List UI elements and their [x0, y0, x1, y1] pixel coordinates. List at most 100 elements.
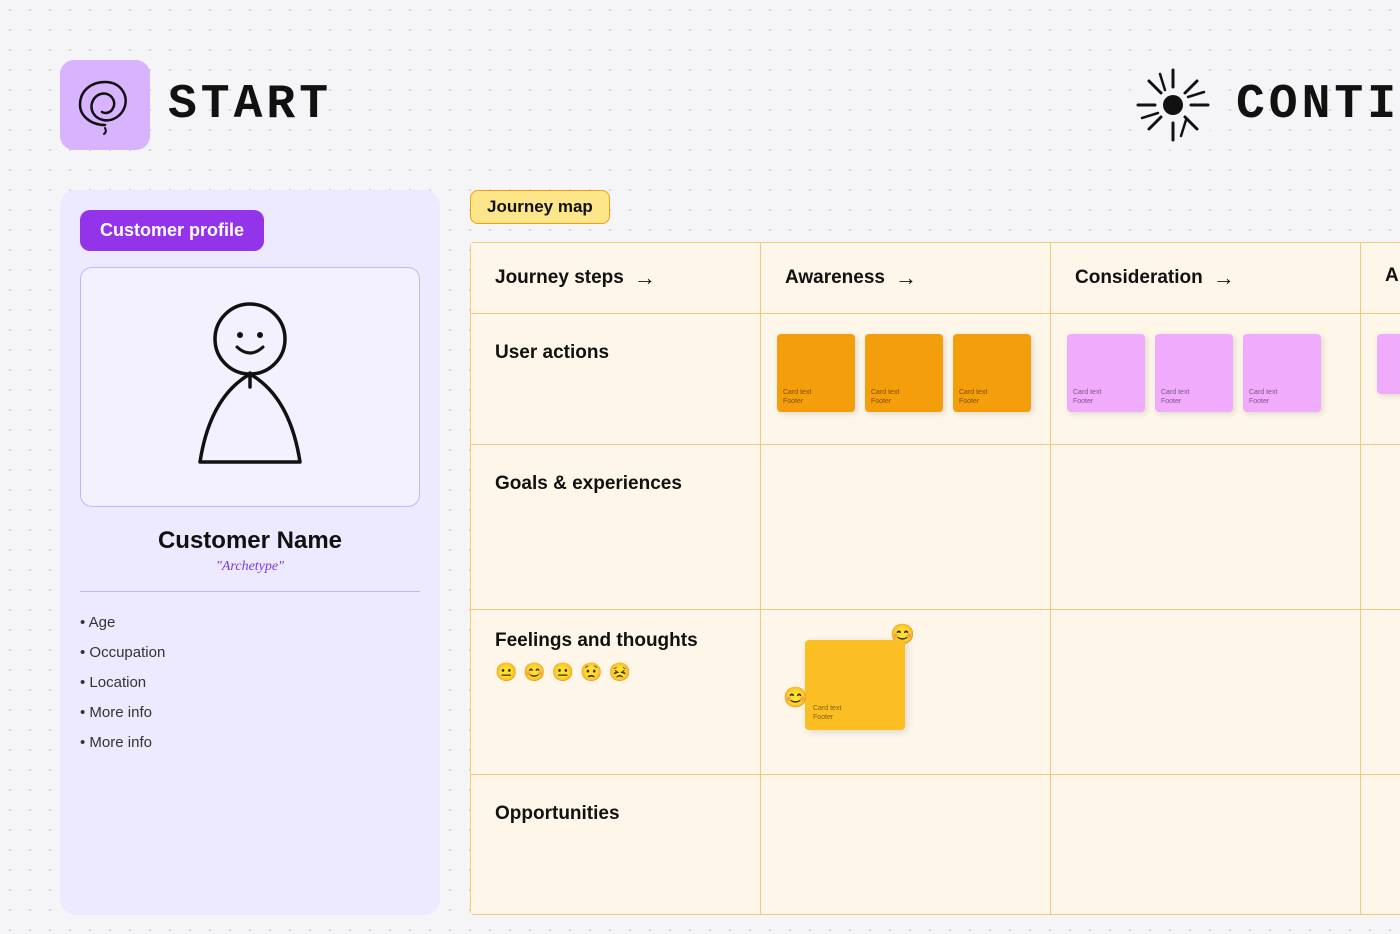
td-opportunities-next — [1361, 775, 1400, 915]
sticky-note[interactable]: Card text Footer — [777, 334, 855, 412]
td-goals-awareness — [761, 445, 1051, 610]
td-goals-consideration — [1051, 445, 1361, 610]
journey-table-wrapper: Journey steps → Awareness → — [470, 242, 1400, 915]
feelings-title: Feelings and thoughts — [495, 630, 736, 652]
td-user-actions-label: User actions — [471, 314, 761, 445]
customer-name: Customer Name — [60, 527, 440, 555]
consideration-notes-row: Card text Footer Card text Footer — [1067, 334, 1344, 412]
note-footer: Footer — [1073, 398, 1139, 406]
page-wrapper: START CONTI Custom — [0, 0, 1400, 934]
customer-avatar-box — [80, 267, 420, 507]
info-more-1: More info — [80, 698, 420, 728]
note-footer: Footer — [959, 398, 1025, 406]
feelings-note-wrapper: 😊 Card text Footer 😊 — [805, 640, 905, 730]
journey-table: Journey steps → Awareness → — [470, 242, 1400, 915]
emoji-2: 😊 — [523, 662, 545, 683]
next-notes-row — [1377, 334, 1400, 394]
td-opportunities-consideration — [1051, 775, 1361, 915]
note-footer: Footer — [871, 398, 937, 406]
td-feelings-consideration — [1051, 610, 1361, 775]
feelings-awareness-cell: 😊 Card text Footer 😊 — [761, 610, 1050, 750]
sticky-note[interactable]: Card text Footer — [1243, 334, 1321, 412]
start-icon-box — [60, 60, 150, 150]
main-content: Customer profile Cust — [0, 190, 1400, 915]
td-goals-next — [1361, 445, 1400, 610]
note-footer: Footer — [1161, 398, 1227, 406]
td-opportunities-awareness — [761, 775, 1051, 915]
table-header-row: Journey steps → Awareness → — [471, 243, 1400, 314]
note-footer: Footer — [783, 398, 849, 406]
customer-avatar — [170, 287, 330, 487]
sticky-note[interactable]: Card text Footer — [865, 334, 943, 412]
customer-archetype: "Archetype" — [60, 559, 440, 575]
row-feelings: Feelings and thoughts 😐 😊 😐 😟 😣 — [471, 610, 1400, 775]
row-user-actions: User actions Card text Footer — [471, 314, 1400, 445]
info-occupation: Occupation — [80, 638, 420, 668]
emoji-3: 😐 — [552, 662, 574, 683]
journey-map-area: Journey map Journey steps — [470, 190, 1400, 915]
awareness-notes-cell: Card text Footer Card text Footer — [761, 314, 1050, 444]
awareness-notes-row: Card text Footer Card text Footer — [777, 334, 1034, 412]
note-text: Card text — [1249, 389, 1315, 397]
awareness-arrow: → — [895, 265, 917, 291]
continue-icon-box — [1128, 60, 1218, 150]
row-opportunities: Opportunities — [471, 775, 1400, 915]
td-feelings-awareness: 😊 Card text Footer 😊 — [761, 610, 1051, 775]
td-user-actions-awareness: Card text Footer Card text Footer — [761, 314, 1051, 445]
note-text: Card text — [783, 389, 849, 397]
customer-profile-header: Customer profile — [80, 210, 264, 251]
note-footer: Footer — [1249, 398, 1315, 406]
customer-divider — [80, 591, 420, 592]
awareness-label: Awareness — [785, 267, 885, 289]
td-user-actions-consideration: Card text Footer Card text Footer — [1051, 314, 1361, 445]
header-start: START — [60, 60, 332, 150]
consideration-label: Consideration — [1075, 267, 1203, 289]
emoji-5: 😣 — [609, 662, 631, 683]
sunburst-icon — [1133, 65, 1213, 145]
customer-profile-panel: Customer profile Cust — [60, 190, 440, 915]
emoji-1: 😐 — [495, 662, 517, 683]
info-age: Age — [80, 608, 420, 638]
journey-steps-label: Journey steps — [495, 267, 624, 289]
th-awareness: Awareness → — [761, 243, 1051, 314]
note-text: Card text — [959, 389, 1025, 397]
opportunities-label: Opportunities — [471, 775, 760, 853]
header-continue: CONTI — [1128, 60, 1400, 150]
th-journey-steps: Journey steps → — [471, 243, 761, 314]
note-text: Card text — [1161, 389, 1227, 397]
td-feelings-next — [1361, 610, 1400, 775]
feelings-note[interactable]: Card text Footer — [805, 640, 905, 730]
info-location: Location — [80, 668, 420, 698]
td-goals-label: Goals & experiences — [471, 445, 761, 610]
feelings-label-sub: Feelings and thoughts 😐 😊 😐 😟 😣 — [471, 610, 760, 703]
emoji-4: 😟 — [580, 662, 602, 683]
spiral-icon — [70, 70, 140, 140]
next-label: A — [1385, 265, 1399, 287]
note-text: Card text — [1073, 389, 1139, 397]
consideration-notes-cell: Card text Footer Card text Footer — [1051, 314, 1360, 444]
start-label: START — [168, 78, 332, 132]
emoji-note-side: 😊 — [783, 685, 808, 710]
feelings-emojis: 😐 😊 😐 😟 😣 — [495, 662, 736, 683]
user-actions-label: User actions — [471, 314, 760, 392]
td-opportunities-label: Opportunities — [471, 775, 761, 915]
sticky-note[interactable]: Card text Footer — [953, 334, 1031, 412]
info-more-2: More info — [80, 728, 420, 758]
th-next: A — [1361, 243, 1400, 314]
sticky-note[interactable]: Card text Footer — [1155, 334, 1233, 412]
journey-map-header: Journey map — [470, 190, 610, 224]
next-notes-cell — [1361, 314, 1400, 444]
consideration-arrow: → — [1213, 265, 1235, 291]
goals-label: Goals & experiences — [471, 445, 760, 523]
sticky-note[interactable] — [1377, 334, 1400, 394]
th-consideration: Consideration → — [1051, 243, 1361, 314]
continue-label: CONTI — [1236, 78, 1400, 132]
note-text: Card text — [871, 389, 937, 397]
note-footer: Footer — [813, 714, 897, 722]
steps-arrow: → — [634, 265, 656, 291]
sticky-note[interactable]: Card text Footer — [1067, 334, 1145, 412]
customer-info-list: Age Occupation Location More info More i… — [60, 608, 440, 758]
td-user-actions-next — [1361, 314, 1400, 445]
row-goals: Goals & experiences — [471, 445, 1400, 610]
td-feelings-label: Feelings and thoughts 😐 😊 😐 😟 😣 — [471, 610, 761, 775]
